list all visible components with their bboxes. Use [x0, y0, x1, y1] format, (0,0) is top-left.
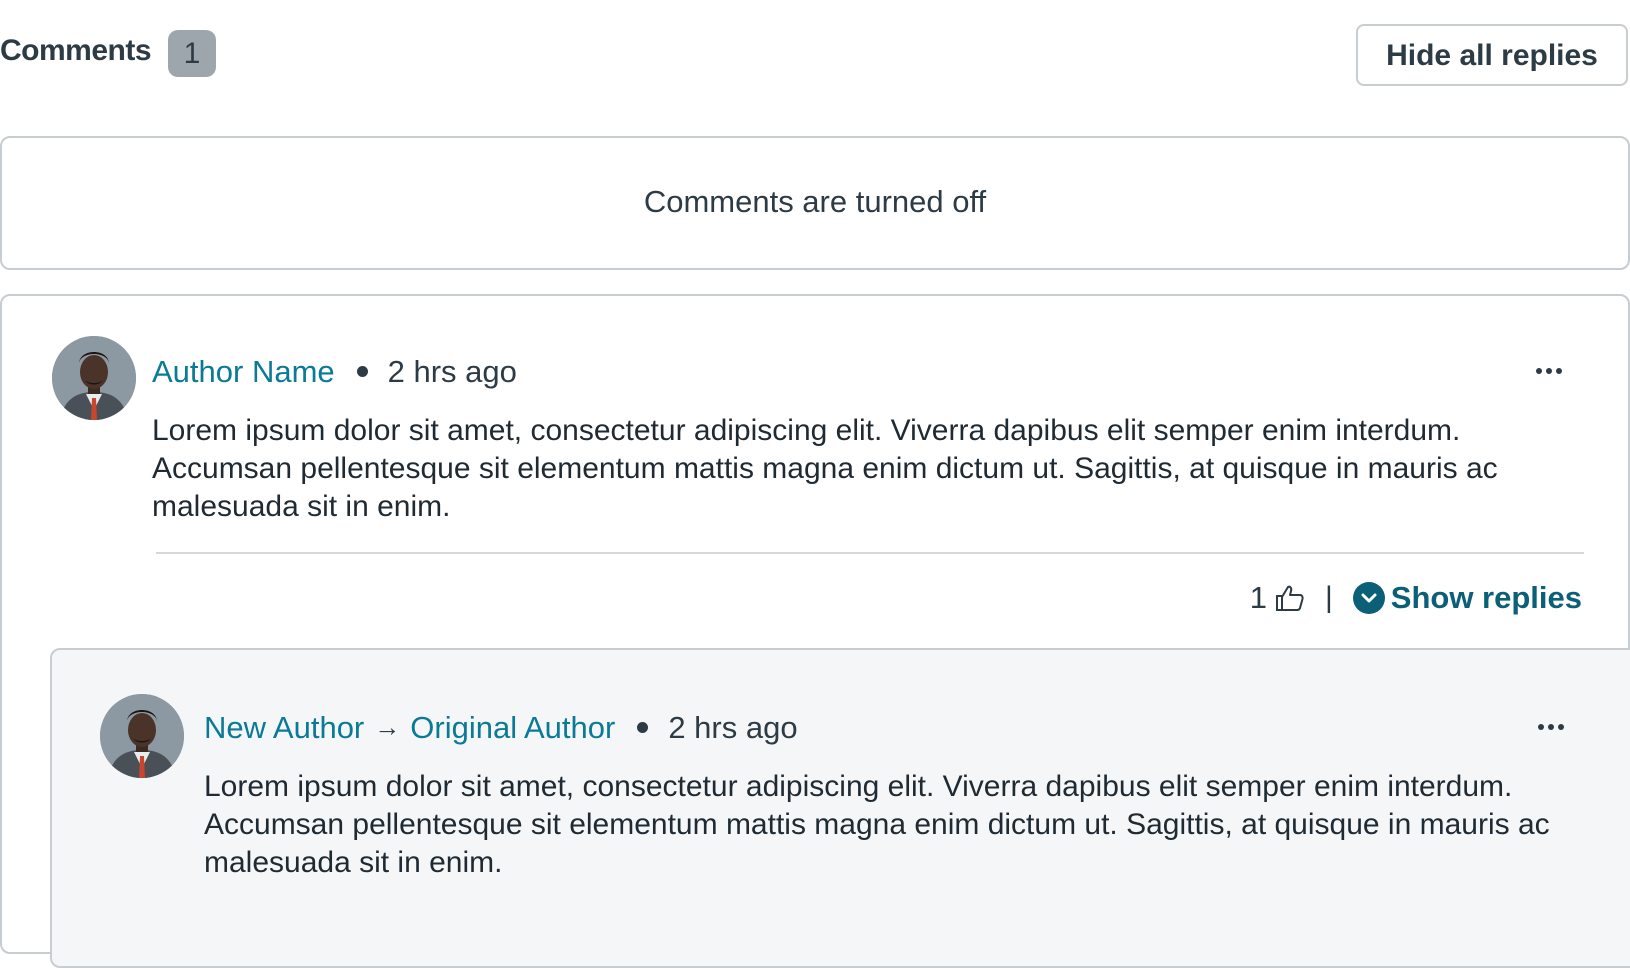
comment-timestamp: 2 hrs ago	[387, 354, 517, 389]
reply-body: Lorem ipsum dolor sit amet, consectetur …	[204, 770, 1550, 879]
comments-count-badge: 1	[168, 30, 216, 77]
comment-meta: Author Name 2 hrs ago	[152, 354, 517, 390]
avatar-photo	[52, 336, 136, 420]
chevron-down-circle-icon	[1352, 582, 1385, 614]
comment-divider	[156, 552, 1584, 554]
comment-actions: 1 | Show replies	[1250, 578, 1582, 618]
comments-off-notice: Comments are turned off	[0, 136, 1630, 270]
comment-more-options-icon[interactable]	[1536, 366, 1566, 376]
comments-header: Comments 1 Hide all replies	[0, 22, 1630, 86]
reply-container: New Author → Original Author 2 hrs ago Lore…	[50, 648, 1630, 968]
comment-author-link[interactable]: Author Name	[152, 354, 335, 389]
reply-meta: New Author → Original Author 2 hrs ago	[204, 710, 798, 746]
author-avatar[interactable]	[52, 336, 136, 420]
like-count: 1	[1249, 580, 1267, 615]
comments-off-text: Comments are turned off	[643, 184, 987, 219]
separator-dot	[637, 722, 649, 734]
show-replies-label: Show replies	[1390, 580, 1582, 615]
comments-title: Comments	[0, 34, 152, 67]
reply-timestamp: 2 hrs ago	[668, 710, 798, 745]
thumbs-up-icon[interactable]	[1275, 584, 1305, 612]
comment-body: Lorem ipsum dolor sit amet, consectetur …	[152, 414, 1498, 523]
reply-author-avatar[interactable]	[100, 694, 184, 778]
original-author-link[interactable]: Original Author	[410, 710, 615, 745]
separator-dot	[356, 366, 368, 378]
avatar-photo	[100, 694, 184, 778]
reply-author-link[interactable]: New Author	[204, 710, 364, 745]
actions-separator: |	[1324, 581, 1333, 614]
arrow-right-icon: →	[374, 712, 401, 742]
hide-all-replies-button[interactable]: Hide all replies	[1356, 24, 1628, 86]
comment-thread: Author Name 2 hrs ago Lorem ipsum dolor s…	[0, 294, 1630, 968]
show-replies-button[interactable]: Show replies	[1352, 580, 1582, 616]
reply-more-options-icon[interactable]	[1538, 722, 1568, 732]
